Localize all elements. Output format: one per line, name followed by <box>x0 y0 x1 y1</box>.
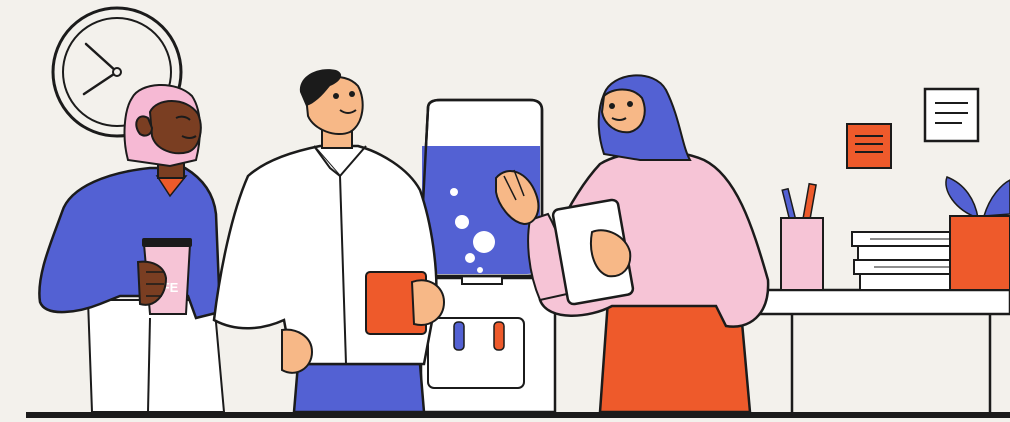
floor-line <box>26 412 1010 418</box>
office-water-cooler-illustration: FE <box>0 0 1010 422</box>
illustration-canvas: FE <box>0 0 1010 422</box>
memo-note-icon <box>923 87 980 143</box>
wall-poster-icon <box>846 123 892 169</box>
